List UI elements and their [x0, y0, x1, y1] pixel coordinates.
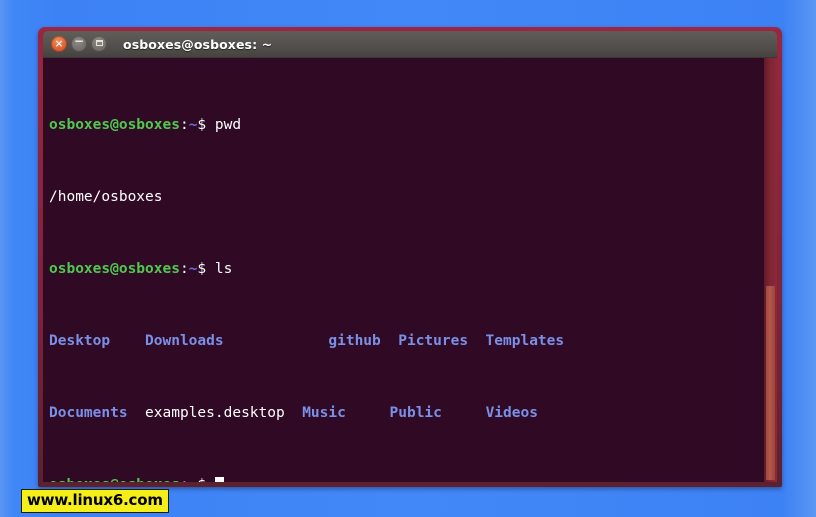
text-cursor	[214, 477, 224, 482]
listing-item-templates: Templates	[485, 333, 565, 349]
terminal-scrollbar[interactable]	[764, 58, 777, 482]
scrollbar-thumb[interactable]	[766, 286, 775, 480]
listing-gap	[224, 333, 329, 349]
terminal-line-listing-row2: Documents examples.desktop Music Public …	[49, 404, 764, 422]
command-ls: ls	[206, 261, 232, 277]
listing-gap	[381, 333, 398, 349]
window-title-bar[interactable]: × − osboxes@osboxes: ~	[43, 31, 777, 58]
prompt-colon: :	[180, 477, 189, 482]
listing-item-documents: Documents	[49, 405, 128, 421]
prompt-user-host: osboxes@osboxes	[49, 477, 180, 482]
listing-gap	[285, 405, 302, 421]
command-pwd-text: pwd	[214, 117, 242, 133]
prompt-user-host: osboxes@osboxes	[49, 117, 180, 133]
maximize-button[interactable]	[91, 36, 107, 52]
command-ls-text: ls	[214, 261, 233, 277]
listing-gap	[346, 405, 390, 421]
listing-gap	[128, 405, 145, 421]
prompt-sigil: $	[197, 477, 206, 482]
close-button[interactable]: ×	[51, 36, 67, 52]
terminal-screen[interactable]: osboxes@osboxes:~$ pwd /home/osboxes osb…	[43, 58, 764, 482]
terminal-line-prompt-ls: osboxes@osboxes:~$ ls	[49, 260, 764, 278]
listing-item-github: github	[328, 333, 381, 349]
listing-item-pictures: Pictures	[398, 333, 469, 349]
prompt-user-host: osboxes@osboxes	[49, 261, 180, 277]
output-pwd: /home/osboxes	[49, 189, 163, 205]
terminal-line-prompt-pwd: osboxes@osboxes:~$ pwd	[49, 116, 764, 134]
prompt-sigil: $	[197, 261, 207, 277]
minimize-button[interactable]: −	[71, 34, 87, 52]
prompt-colon: :	[179, 117, 189, 133]
maximize-icon	[95, 40, 103, 46]
listing-gap	[468, 333, 485, 349]
window-title: osboxes@osboxes: ~	[123, 36, 273, 52]
prompt-colon: :	[179, 261, 189, 277]
terminal-line-output-pwd: /home/osboxes	[49, 188, 764, 206]
terminal-line-listing-row1: Desktop Downloads github Pictures Templa…	[49, 332, 764, 350]
listing-item-desktop: Desktop	[49, 333, 111, 349]
listing-item-videos: Videos	[485, 405, 538, 421]
close-icon: ×	[54, 37, 64, 50]
listing-gap	[110, 333, 145, 349]
watermark: www.linux6.com	[21, 489, 169, 513]
desktop-background: × − osboxes@osboxes: ~ osboxes@osboxes:~…	[0, 0, 816, 517]
listing-item-music: Music	[302, 405, 346, 421]
prompt-sigil: $	[197, 117, 207, 133]
listing-gap	[442, 405, 486, 421]
minimize-icon: −	[73, 34, 85, 48]
listing-item-public: Public	[389, 405, 442, 421]
listing-item-downloads: Downloads	[145, 333, 224, 349]
prompt-gap	[206, 477, 215, 482]
command-pwd: pwd	[206, 117, 241, 133]
listing-item-examples-desktop: examples.desktop	[145, 405, 285, 421]
terminal-body[interactable]: osboxes@osboxes:~$ pwd /home/osboxes osb…	[43, 58, 777, 482]
terminal-line-prompt-active[interactable]: osboxes@osboxes:~$	[49, 476, 764, 482]
terminal-window[interactable]: × − osboxes@osboxes: ~ osboxes@osboxes:~…	[38, 27, 782, 487]
